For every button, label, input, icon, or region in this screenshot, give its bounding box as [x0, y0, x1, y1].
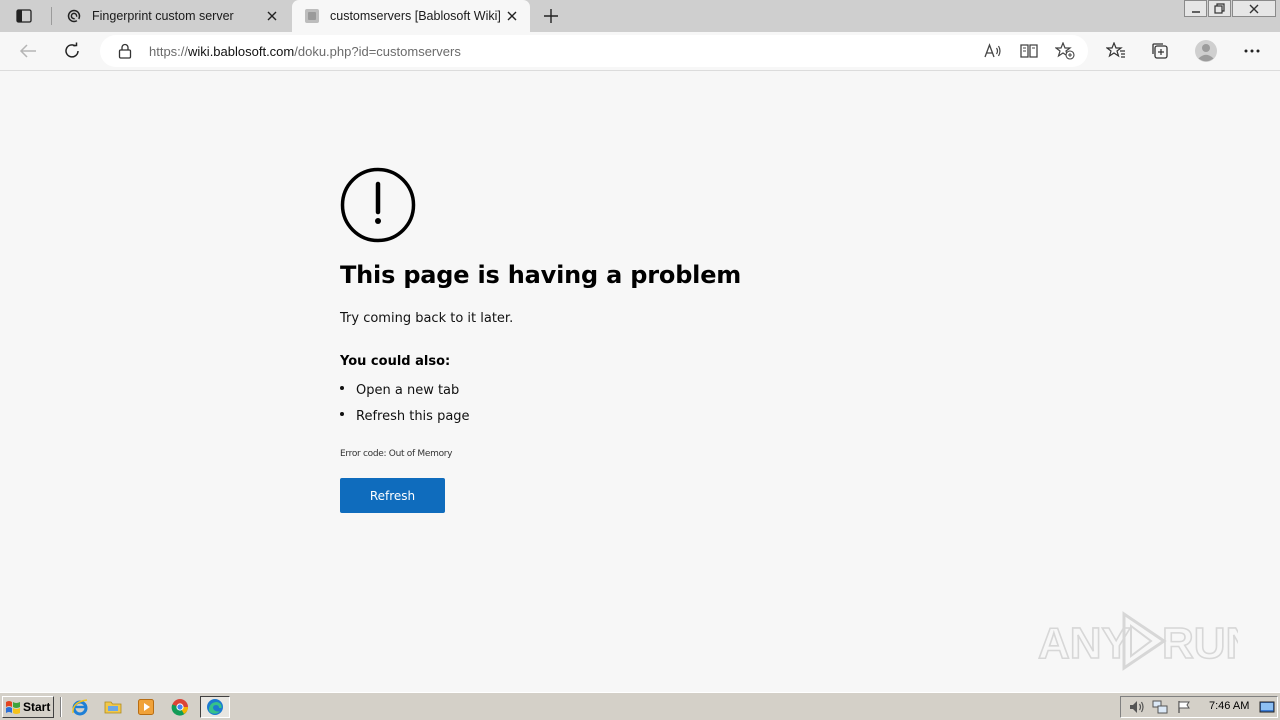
read-aloud-button[interactable]: [982, 40, 1004, 62]
exclamation-circle-icon: [340, 167, 416, 243]
url-path: /doku.php?id=customservers: [294, 44, 461, 59]
add-favorite-button[interactable]: [1054, 40, 1076, 62]
tab-fingerprint[interactable]: Fingerprint custom server: [56, 0, 290, 32]
browser-toolbar: https://wiki.bablosoft.com/doku.php?id=c…: [0, 32, 1280, 71]
bullet: [340, 411, 344, 416]
restore-icon: [1214, 3, 1225, 14]
taskbar-clock[interactable]: 7:46 AM: [1209, 700, 1249, 712]
watermark-text-any: ANY: [1038, 619, 1131, 668]
tab-separator: [51, 7, 52, 25]
suggestion-text: Open a new tab: [356, 383, 460, 398]
page-content: This page is having a problem Try coming…: [0, 71, 1280, 691]
error-code: Error code: Out of Memory: [340, 449, 453, 459]
minimize-icon: [1191, 10, 1200, 13]
restore-button[interactable]: [1208, 0, 1231, 17]
collections-icon: [1152, 43, 1168, 59]
close-window-button[interactable]: [1232, 0, 1276, 17]
action-center-flag-icon[interactable]: [1176, 700, 1192, 714]
more-icon: [1244, 49, 1260, 53]
fingerprint-icon: [66, 8, 82, 24]
tab-strip: Fingerprint custom server customservers …: [0, 0, 1280, 32]
url-host: wiki.bablosoft.com: [188, 44, 295, 59]
tab-customservers[interactable]: customservers [Bablosoft Wiki]: [292, 0, 530, 32]
settings-menu-button[interactable]: [1238, 38, 1266, 64]
system-tray: 7:46 AM: [1120, 696, 1278, 718]
chrome-icon[interactable]: [168, 696, 192, 718]
close-tab-icon[interactable]: [264, 8, 280, 24]
favorites-button[interactable]: [1102, 38, 1130, 64]
media-player-icon[interactable]: [134, 696, 158, 718]
network-icon[interactable]: [1152, 700, 1168, 714]
bullet: [340, 385, 344, 390]
show-desktop-icon[interactable]: [1259, 700, 1275, 714]
folder-icon[interactable]: [101, 696, 125, 718]
url-text[interactable]: https://wiki.bablosoft.com/doku.php?id=c…: [149, 44, 461, 59]
back-arrow-icon: [19, 44, 36, 58]
start-button[interactable]: Start: [2, 696, 54, 718]
error-title: This page is having a problem: [340, 261, 742, 289]
back-button[interactable]: [14, 38, 42, 64]
star-add-icon: [1055, 42, 1075, 60]
tab-title: Fingerprint custom server: [92, 9, 234, 23]
edge-icon[interactable]: [200, 696, 230, 718]
anyrun-watermark-logo: ANY RUN: [1038, 611, 1238, 671]
refresh-button[interactable]: Refresh: [340, 478, 445, 513]
suggestion-open-new-tab: Open a new tab: [340, 383, 459, 398]
read-aloud-icon: [984, 43, 1001, 58]
start-label: Start: [23, 700, 51, 714]
lock-icon[interactable]: [118, 43, 132, 59]
tab-actions-button[interactable]: [10, 6, 38, 26]
reload-button[interactable]: [58, 38, 86, 64]
new-tab-button[interactable]: [539, 5, 563, 27]
watermark-text-run: RUN: [1162, 619, 1238, 668]
suggestions-heading: You could also:: [340, 354, 451, 369]
url-scheme: https://: [149, 44, 189, 59]
windows-flag-icon: [6, 701, 20, 714]
suggestion-refresh-page: Refresh this page: [340, 409, 470, 424]
close-tab-icon[interactable]: [504, 8, 520, 24]
collections-button[interactable]: [1146, 38, 1174, 64]
page-icon: [304, 8, 320, 24]
immersive-reader-icon: [1020, 44, 1038, 58]
reload-icon: [65, 42, 79, 58]
minimize-button[interactable]: [1184, 0, 1207, 17]
tab-actions-icon: [16, 9, 32, 23]
favorites-icon: [1106, 42, 1125, 58]
plus-icon: [544, 9, 558, 23]
internet-explorer-icon[interactable]: [68, 696, 92, 718]
profile-button[interactable]: [1192, 38, 1220, 64]
close-icon: [1249, 4, 1259, 13]
tab-title: customservers [Bablosoft Wiki]: [330, 9, 501, 23]
address-bar[interactable]: https://wiki.bablosoft.com/doku.php?id=c…: [100, 35, 1088, 67]
immersive-reader-button[interactable]: [1018, 40, 1040, 62]
suggestion-text: Refresh this page: [356, 409, 470, 424]
volume-icon[interactable]: [1129, 700, 1145, 714]
avatar-icon: [1195, 40, 1217, 62]
taskbar: Start 7:46 AM: [0, 692, 1280, 720]
taskbar-separator: [60, 697, 62, 717]
error-subtitle: Try coming back to it later.: [340, 311, 514, 326]
